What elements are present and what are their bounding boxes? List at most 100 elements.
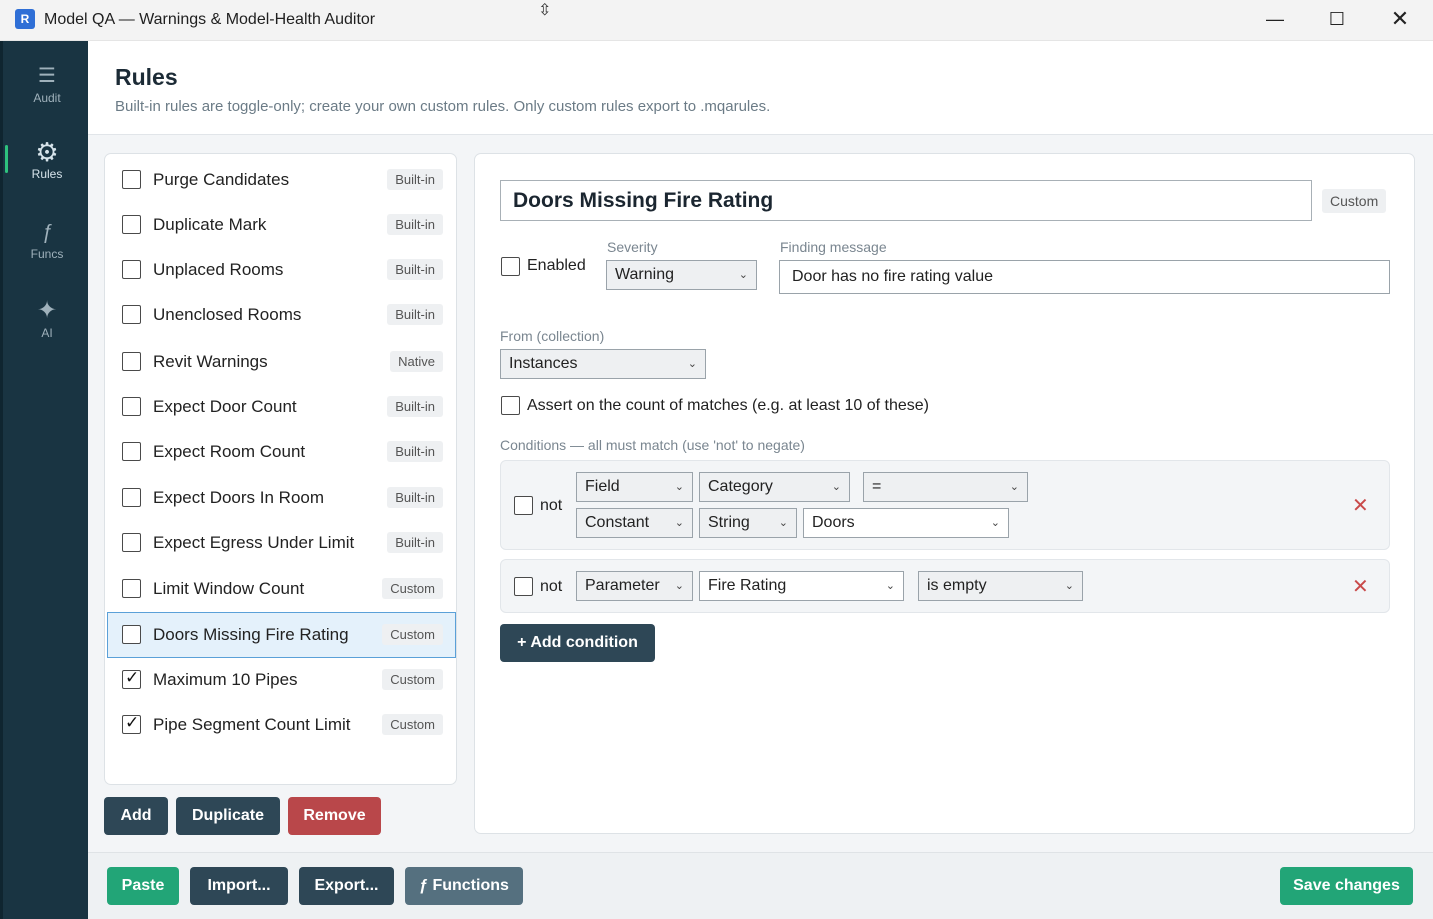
rule-list-item[interactable]: Expect Room Count Built-in xyxy=(108,430,455,474)
rule-enabled-checkbox[interactable] xyxy=(122,533,141,552)
constant-value-select[interactable]: Doors ⌄ xyxy=(803,508,1009,538)
severity-value: Warning xyxy=(615,266,674,283)
from-collection-select[interactable]: Instances ⌄ xyxy=(500,349,706,379)
remove-condition-icon[interactable]: ✕ xyxy=(1352,574,1369,599)
value-type-value: String xyxy=(708,514,750,531)
chevron-down-icon: ⌄ xyxy=(778,517,788,529)
rule-type-badge: Built-in xyxy=(387,304,443,325)
rule-name: Unenclosed Rooms xyxy=(153,305,302,324)
field-select[interactable]: Category ⌄ xyxy=(699,472,850,502)
page-subtitle: Built-in rules are toggle-only; create y… xyxy=(115,98,771,115)
rule-list-item[interactable]: Limit Window Count Custom xyxy=(108,567,455,611)
rule-name: Revit Warnings xyxy=(153,352,268,371)
sidebar: ☰ Audit ⚙ Rules ƒ Funcs ✦ AI xyxy=(0,41,88,919)
rule-name: Expect Egress Under Limit xyxy=(153,533,355,552)
operator-select[interactable]: = ⌄ xyxy=(863,472,1028,502)
sidebar-item-ai[interactable]: ✦ AI xyxy=(3,298,91,360)
rule-enabled-checkbox[interactable] xyxy=(122,488,141,507)
rule-name: Expect Door Count xyxy=(153,397,297,416)
paste-button[interactable]: Paste xyxy=(107,867,179,905)
rule-list-item[interactable]: Unenclosed Rooms Built-in xyxy=(108,293,455,337)
condition-card: not Parameter ⌄ Fire Rating ⌄ is empty ⌄… xyxy=(500,559,1390,613)
operator-select[interactable]: is empty ⌄ xyxy=(918,571,1083,601)
add-condition-button[interactable]: + Add condition xyxy=(500,624,655,662)
rule-list-item[interactable]: Pipe Segment Count Limit Custom xyxy=(108,703,455,747)
remove-condition-icon[interactable]: ✕ xyxy=(1352,493,1369,518)
parameter-select[interactable]: Fire Rating ⌄ xyxy=(699,571,904,601)
rule-enabled-checkbox[interactable] xyxy=(122,579,141,598)
save-changes-button[interactable]: Save changes xyxy=(1280,867,1413,905)
parameter-value: Fire Rating xyxy=(708,577,787,594)
rule-enabled-checkbox[interactable] xyxy=(122,713,141,734)
rule-enabled-checkbox[interactable] xyxy=(122,442,141,461)
rule-list-item[interactable]: Purge Candidates Built-in xyxy=(108,158,455,202)
right-kind-select[interactable]: Constant ⌄ xyxy=(576,508,693,538)
rule-enabled-checkbox[interactable] xyxy=(122,170,141,189)
function-icon: ƒ xyxy=(41,221,53,243)
severity-select[interactable]: Warning ⌄ xyxy=(606,260,757,290)
sidebar-item-rules[interactable]: ⚙ Rules xyxy=(3,139,91,201)
minimize-button[interactable]: — xyxy=(1245,0,1305,40)
left-kind-value: Parameter xyxy=(585,577,660,594)
rule-enabled-checkbox[interactable] xyxy=(122,215,141,234)
rules-list: Purge Candidates Built-in Duplicate Mark… xyxy=(104,153,457,785)
chevron-down-icon: ⌄ xyxy=(738,269,748,281)
rule-list-item[interactable]: Expect Egress Under Limit Built-in xyxy=(108,521,455,565)
not-checkbox[interactable] xyxy=(514,496,533,515)
not-checkbox[interactable] xyxy=(514,577,533,596)
functions-button[interactable]: ƒ Functions xyxy=(405,867,523,905)
chevron-down-icon: ⌄ xyxy=(1064,580,1074,592)
chevron-down-icon: ⌄ xyxy=(990,517,1000,529)
page-title: Rules xyxy=(115,64,178,90)
rule-enabled-checkbox[interactable] xyxy=(122,625,141,644)
chevron-down-icon: ⌄ xyxy=(674,481,684,493)
rule-type-badge: Built-in xyxy=(387,532,443,553)
rule-enabled-checkbox[interactable] xyxy=(122,260,141,279)
assert-count-checkbox[interactable] xyxy=(501,396,520,415)
operator-value: is empty xyxy=(927,577,987,594)
from-caption: From (collection) xyxy=(500,328,605,344)
left-kind-select[interactable]: Field ⌄ xyxy=(576,472,693,502)
left-kind-select[interactable]: Parameter ⌄ xyxy=(576,571,693,601)
rule-editor: Doors Missing Fire Rating Custom Enabled… xyxy=(474,153,1415,834)
enabled-checkbox[interactable] xyxy=(501,257,520,276)
sidebar-item-audit[interactable]: ☰ Audit xyxy=(3,63,91,125)
rule-enabled-checkbox[interactable] xyxy=(122,352,141,371)
sidebar-item-funcs[interactable]: ƒ Funcs xyxy=(3,219,91,281)
rule-name: Expect Doors In Room xyxy=(153,488,325,507)
value-type-select[interactable]: String ⌄ xyxy=(699,508,797,538)
assert-count-label: Assert on the count of matches (e.g. at … xyxy=(527,397,929,414)
chevron-down-icon: ⌄ xyxy=(1009,481,1019,493)
rule-list-item[interactable]: Expect Doors In Room Built-in xyxy=(108,476,455,520)
window-title: Model QA — Warnings & Model-Health Audit… xyxy=(44,11,376,28)
finding-message-input[interactable]: Door has no fire rating value xyxy=(779,260,1390,294)
rule-list-item[interactable]: Unplaced Rooms Built-in xyxy=(108,248,455,292)
rule-name: Pipe Segment Count Limit xyxy=(153,715,351,734)
add-rule-button[interactable]: Add xyxy=(104,797,168,835)
rule-name: Unplaced Rooms xyxy=(153,260,284,279)
chevron-down-icon: ⌄ xyxy=(687,358,697,370)
rule-list-item[interactable]: Duplicate Mark Built-in xyxy=(108,203,455,247)
remove-rule-button[interactable]: Remove xyxy=(288,797,381,835)
rule-name-input[interactable]: Doors Missing Fire Rating xyxy=(500,180,1312,221)
rule-name: Limit Window Count xyxy=(153,579,305,598)
rule-enabled-checkbox[interactable] xyxy=(122,305,141,324)
export-button[interactable]: Export... xyxy=(299,867,394,905)
rule-name: Expect Room Count xyxy=(153,442,306,461)
rule-name: Doors Missing Fire Rating xyxy=(153,625,349,644)
rule-list-item[interactable]: Expect Door Count Built-in xyxy=(108,385,455,429)
rule-list-item-selected[interactable]: Doors Missing Fire Rating Custom xyxy=(107,612,456,658)
rule-list-item[interactable]: Revit Warnings Native xyxy=(108,340,455,384)
gear-icon: ⚙ xyxy=(35,137,59,167)
rule-name: Maximum 10 Pipes xyxy=(153,670,298,689)
close-button[interactable]: ✕ xyxy=(1370,0,1430,40)
rule-enabled-checkbox[interactable] xyxy=(122,397,141,416)
rule-enabled-checkbox[interactable] xyxy=(122,668,141,689)
maximize-button[interactable]: ☐ xyxy=(1307,0,1367,40)
rule-type-badge: Custom xyxy=(382,578,443,599)
import-button[interactable]: Import... xyxy=(190,867,288,905)
sparkle-icon: ✦ xyxy=(36,297,58,324)
chevron-down-icon: ⌄ xyxy=(831,481,841,493)
rule-list-item[interactable]: Maximum 10 Pipes Custom xyxy=(108,658,455,702)
duplicate-rule-button[interactable]: Duplicate xyxy=(176,797,280,835)
